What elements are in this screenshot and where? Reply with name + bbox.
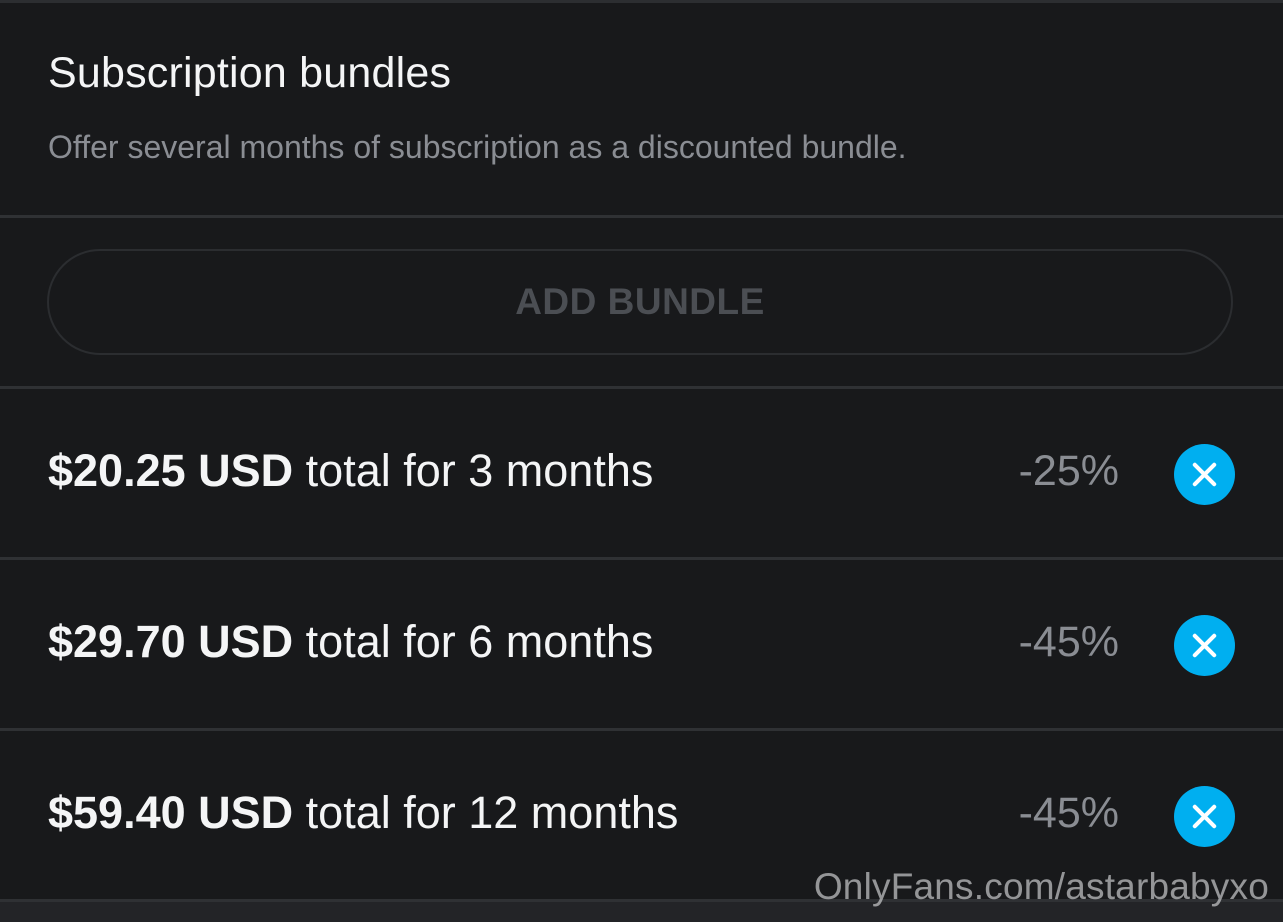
bundle-price: $29.70 USD [48, 616, 294, 667]
bundle-description: $29.70 USD total for 6 months [48, 616, 653, 668]
bundle-description: $20.25 USD total for 3 months [48, 445, 653, 497]
bundle-row: $29.70 USD total for 6 months -45% [0, 560, 1283, 728]
watermark: OnlyFans.com/astarbabyxo [813, 866, 1269, 907]
bundle-discount: -45% [1018, 789, 1119, 837]
remove-bundle-button[interactable] [1174, 786, 1235, 847]
bundle-row: $20.25 USD total for 3 months -25% [0, 389, 1283, 557]
close-icon [1192, 462, 1217, 487]
bundle-duration: total for 12 months [305, 787, 679, 838]
close-icon [1192, 633, 1217, 658]
remove-bundle-button[interactable] [1174, 615, 1235, 676]
bundle-price: $59.40 USD [48, 787, 294, 838]
subscription-bundles-page: Subscription bundles Offer several month… [0, 0, 1283, 922]
add-bundle-button[interactable]: ADD BUNDLE [47, 249, 1233, 355]
close-icon [1192, 804, 1217, 829]
section-description: Offer several months of subscription as … [48, 129, 907, 165]
bundle-duration: total for 3 months [305, 445, 654, 496]
remove-bundle-button[interactable] [1174, 444, 1235, 505]
bundle-price: $20.25 USD [48, 445, 294, 496]
add-bundle-label: ADD BUNDLE [515, 281, 765, 322]
section-header: Subscription bundles Offer several month… [0, 3, 1283, 215]
divider [0, 215, 1283, 218]
bundle-description: $59.40 USD total for 12 months [48, 787, 678, 839]
bundle-discount: -25% [1018, 447, 1119, 495]
bundle-duration: total for 6 months [305, 616, 654, 667]
bundle-discount: -45% [1018, 618, 1119, 666]
section-title: Subscription bundles [48, 49, 452, 97]
